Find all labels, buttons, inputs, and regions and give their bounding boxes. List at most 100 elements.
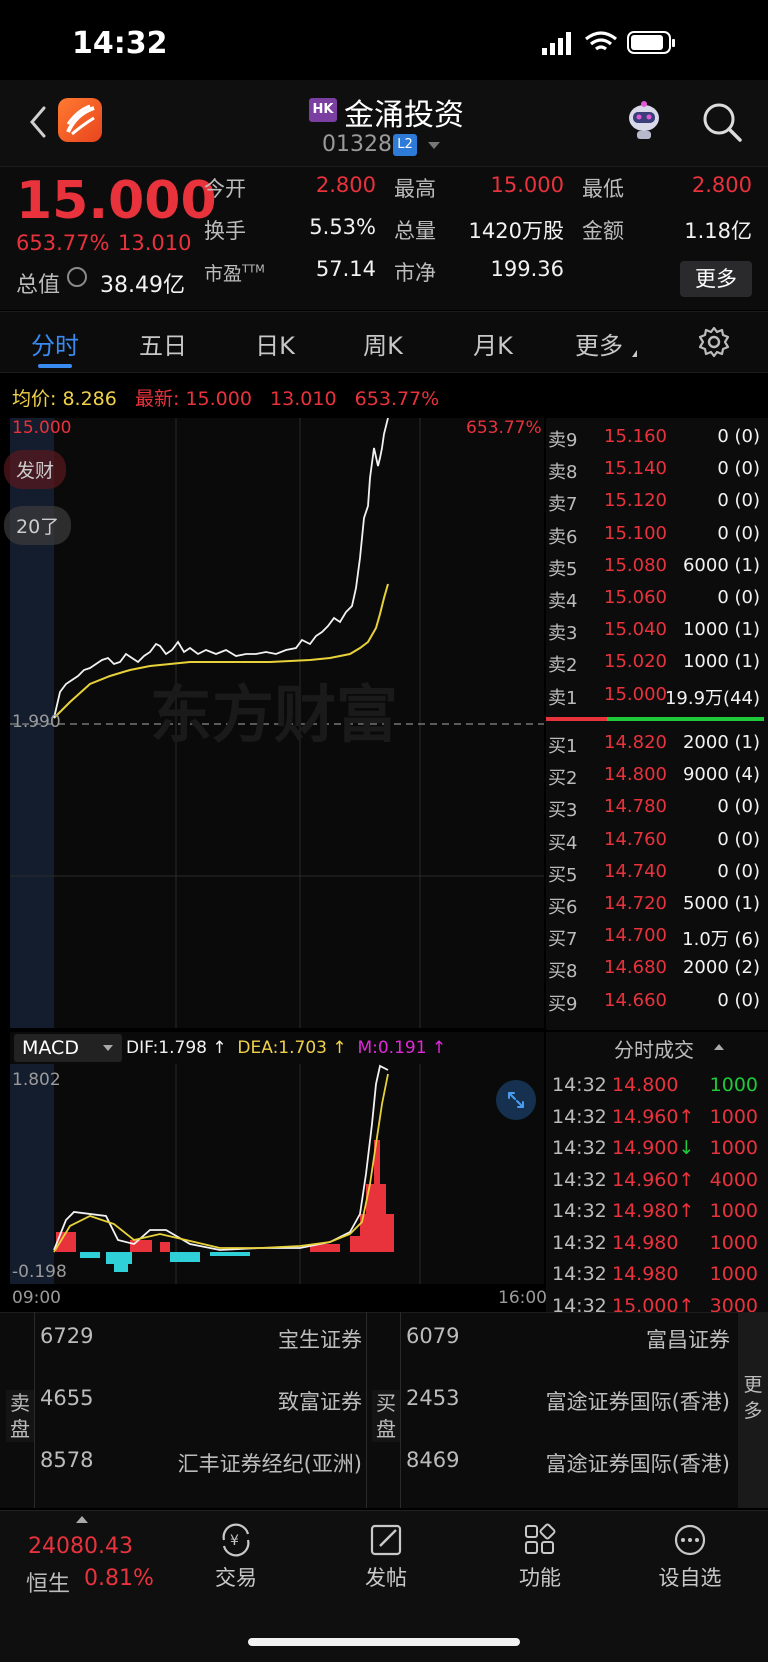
tab-intraday[interactable]: 分时: [10, 326, 100, 361]
app-logo-icon[interactable]: [58, 98, 102, 142]
ask-row[interactable]: 卖6 15.100 0 (0): [546, 519, 764, 551]
index-name[interactable]: 恒生: [26, 1566, 70, 1598]
ask-level: 卖7: [548, 494, 578, 516]
tab-daily-k[interactable]: 日K: [230, 326, 320, 361]
chevron-down-icon[interactable]: [103, 1045, 113, 1051]
comment-bubble[interactable]: 20了: [4, 506, 72, 545]
tick-row: 14:32 14.980 1000: [546, 1261, 768, 1293]
tick-trades-header[interactable]: 分时成交: [614, 1034, 694, 1063]
ask-volume: 1000 (1): [682, 651, 760, 673]
tab-five-day[interactable]: 五日: [118, 326, 208, 361]
tick-amount: 4000: [709, 1168, 758, 1191]
time-axis-start: 09:00: [12, 1288, 61, 1308]
bid-row[interactable]: 买6 14.720 5000 (1): [546, 889, 764, 921]
expand-icon[interactable]: [496, 1080, 536, 1120]
ask-row[interactable]: 卖8 15.140 0 (0): [546, 454, 764, 486]
bid-row[interactable]: 买9 14.660 0 (0): [546, 986, 764, 1018]
bid-row[interactable]: 买7 14.700 1.0万 (6): [546, 921, 764, 953]
back-icon[interactable]: [22, 100, 54, 144]
ask-row[interactable]: 卖9 15.160 0 (0): [546, 422, 764, 454]
broker-row[interactable]: 2453 富途证券国际(香港): [400, 1380, 734, 1420]
chevron-down-icon[interactable]: [428, 142, 440, 149]
latest-pct: 653.77%: [354, 388, 440, 410]
broker-name: 富昌证券: [646, 1328, 730, 1352]
robot-assistant-icon[interactable]: [622, 98, 666, 142]
macd-neg-bars: [80, 1252, 250, 1272]
ask-price: 15.160: [604, 426, 667, 447]
tab-more[interactable]: 更多: [554, 326, 644, 361]
tab-weekly-k[interactable]: 周K: [338, 326, 428, 361]
ask-row[interactable]: 卖7 15.120 0 (0): [546, 486, 764, 518]
broker-row[interactable]: 6079 富昌证券: [400, 1318, 734, 1358]
tick-row: 14:32 14.960↑ 4000: [546, 1167, 768, 1199]
ask-row[interactable]: 卖5 15.080 6000 (1): [546, 551, 764, 583]
signal-icon: [542, 32, 571, 55]
tick-amount: 1000: [709, 1105, 758, 1128]
ask-level: 卖5: [548, 558, 578, 580]
change-percent: 653.77%: [16, 231, 110, 255]
nav-functions[interactable]: 功能: [490, 1522, 590, 1592]
chevron-up-icon[interactable]: [76, 1516, 88, 1523]
comment-bubble[interactable]: 发财: [4, 450, 67, 489]
nav-trade[interactable]: ¥ 交易: [186, 1522, 286, 1592]
ask-row[interactable]: 卖4 15.060 0 (0): [546, 583, 764, 615]
macd-chart[interactable]: [10, 1064, 544, 1284]
broker-row[interactable]: 8578 汇丰证券经纪(亚洲): [34, 1442, 366, 1482]
more-quote-button[interactable]: 更多: [680, 261, 752, 297]
chart-top-price: 15.000: [12, 418, 72, 438]
pb-value: 199.36: [490, 257, 564, 281]
book-divider: [546, 717, 764, 721]
info-icon[interactable]: [67, 267, 87, 287]
divider: [366, 1312, 367, 1508]
tick-price: 14.800: [612, 1074, 679, 1096]
wifi-icon: [585, 31, 617, 51]
bid-volume: 0 (0): [717, 828, 760, 850]
index-pct[interactable]: 0.81%: [84, 1566, 154, 1591]
search-icon[interactable]: [700, 100, 744, 144]
bid-volume: 9000 (4): [682, 764, 760, 786]
bid-row[interactable]: 买4 14.760 0 (0): [546, 825, 764, 857]
tick-time: 14:32: [552, 1074, 607, 1096]
nav-functions-label: 功能: [519, 1566, 561, 1590]
intraday-chart[interactable]: 东方财富: [10, 418, 544, 1028]
nav-post[interactable]: 发帖: [336, 1522, 436, 1592]
broker-row[interactable]: 6729 宝生证券: [34, 1318, 366, 1358]
ask-price: 15.140: [604, 458, 667, 480]
ask-price: 15.020: [604, 651, 667, 673]
level2-badge[interactable]: L2: [393, 134, 417, 156]
status-time: 14:32: [72, 26, 168, 61]
gear-icon[interactable]: [698, 326, 730, 358]
pe-label: 市盈TTM: [204, 262, 265, 285]
macd-dif: DIF:1.798 ↑: [126, 1038, 227, 1058]
grid-icon: [525, 1523, 556, 1554]
tick-row: 14:32 14.960↑ 1000: [546, 1104, 768, 1136]
tick-trades[interactable]: 14:32 14.800 1000 14:32 14.960↑ 1000 14:32 14.9…: [546, 1032, 768, 1317]
tab-active-indicator: [38, 364, 72, 368]
ask-row[interactable]: 卖3 15.040 1000 (1): [546, 615, 764, 647]
tick-direction-icon: ↑: [678, 1200, 695, 1222]
chevron-up-icon[interactable]: [714, 1044, 724, 1050]
tick-price: 14.960↑: [612, 1168, 695, 1191]
ask-volume: 6000 (1): [682, 554, 760, 576]
tick-row: 14:32 14.980↑ 1000: [546, 1198, 768, 1230]
bid-row[interactable]: 买5 14.740 0 (0): [546, 857, 764, 889]
ask-row[interactable]: 卖2 15.020 1000 (1): [546, 647, 764, 679]
index-value[interactable]: 24080.43: [28, 1534, 133, 1559]
bid-row[interactable]: 买3 14.780 0 (0): [546, 792, 764, 824]
ask-volume: 0 (0): [717, 426, 760, 447]
home-indicator[interactable]: [248, 1638, 520, 1646]
bid-row[interactable]: 买2 14.800 9000 (4): [546, 760, 764, 792]
ask-level: 卖4: [548, 591, 578, 612]
svg-text:¥: ¥: [230, 1533, 239, 1549]
bid-row[interactable]: 买8 14.680 2000 (2): [546, 953, 764, 985]
tab-monthly-k[interactable]: 月K: [448, 326, 538, 361]
tick-time: 14:32: [552, 1263, 607, 1285]
broker-row[interactable]: 4655 致富证券: [34, 1380, 366, 1420]
bid-row[interactable]: 买1 14.820 2000 (1): [546, 728, 764, 760]
broker-more-button[interactable]: 更多: [738, 1312, 768, 1508]
broker-row[interactable]: 8469 富途证券国际(香港): [400, 1442, 734, 1482]
ask-volume: 0 (0): [717, 587, 760, 608]
watermark: 东方财富: [150, 678, 398, 751]
nav-add-watchlist[interactable]: 设自选: [640, 1522, 740, 1592]
ask-row[interactable]: 卖1 15.000 19.9万(44): [546, 680, 764, 712]
